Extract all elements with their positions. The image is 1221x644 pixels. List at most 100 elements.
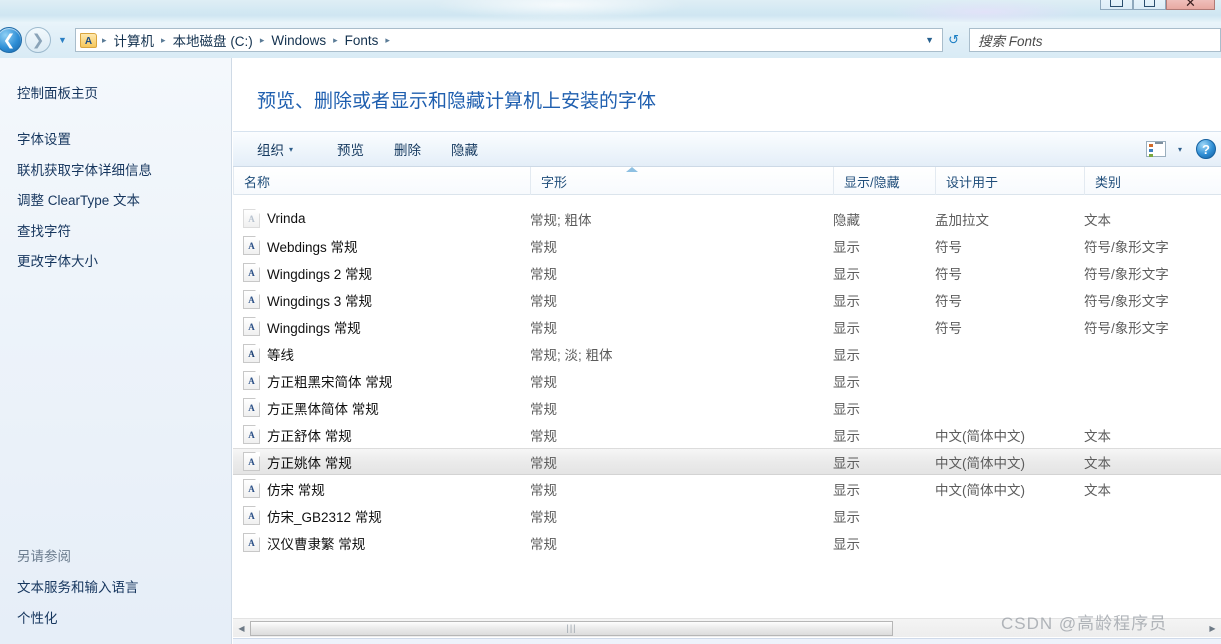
cell-show-hide: 显示 (833, 536, 860, 552)
organize-button[interactable]: 组织 ▾ (247, 137, 303, 161)
font-name-label: 汉仪曹隶繁 常规 (267, 536, 366, 552)
breadcrumb-separator: ▸ (333, 34, 338, 45)
scroll-right-button[interactable]: ▶ (1204, 620, 1221, 637)
breadcrumb-item-0[interactable]: 计算机 (111, 29, 158, 51)
address-bar: ❮ ❯ ▼ A ▸ 计算机 ▸ 本地磁盘 (C:) ▸ Windows ▸ Fo… (0, 22, 1221, 58)
command-toolbar: 组织 ▾ 预览 删除 隐藏 ▾ ? (233, 131, 1221, 167)
column-header-row: 名称 字形 显示/隐藏 设计用于 类别 (233, 167, 1221, 195)
cell-name: A Vrinda (243, 209, 306, 228)
cell-show-hide: 显示 (833, 374, 860, 390)
back-button[interactable]: ❮ (0, 27, 22, 53)
font-file-icon-strong: A (243, 344, 260, 363)
font-file-icon: A (243, 452, 260, 471)
sidebar-item-find-character[interactable]: 查找字符 (17, 220, 71, 240)
sidebar-item-adjust-cleartype[interactable]: 调整 ClearType 文本 (17, 189, 140, 209)
help-button[interactable]: ? (1196, 139, 1216, 159)
scrollbar-thumb[interactable]: ||| (250, 620, 893, 636)
sidebar-item-control-panel-home[interactable]: 控制面板主页 (17, 82, 98, 102)
font-name-label: Wingdings 3 常规 (267, 293, 373, 309)
cell-designed-for: 中文(简体中文) (935, 428, 1025, 444)
breadcrumb-separator: ▸ (102, 34, 107, 45)
preview-button[interactable]: 预览 (327, 137, 374, 161)
breadcrumb-separator: ▸ (385, 34, 390, 45)
breadcrumb-address-field[interactable]: A ▸ 计算机 ▸ 本地磁盘 (C:) ▸ Windows ▸ Fonts ▸ … (75, 28, 944, 52)
cell-category: 文本 (1084, 482, 1111, 498)
history-dropdown-button[interactable]: ▼ (56, 35, 69, 45)
sidebar-item-get-font-details[interactable]: 联机获取字体详细信息 (17, 159, 152, 179)
cell-designed-for: 符号 (935, 320, 962, 336)
font-name-label: 方正姚体 常规 (267, 455, 352, 471)
sidebar-item-personalization[interactable]: 个性化 (17, 607, 58, 627)
view-dropdown-button[interactable]: ▾ (1176, 143, 1196, 156)
details-pane: 简 体 方正姚体 常规 字形: 常规 显示/隐藏: 显示 设计用于: 中文(简体… (233, 638, 1221, 644)
cell-style: 常规 (530, 428, 557, 444)
scroll-left-button[interactable]: ◀ (233, 620, 250, 637)
column-header-name[interactable]: 名称 (233, 167, 530, 195)
cell-name: A 方正粗黑宋简体 常规 (243, 371, 392, 391)
cell-designed-for: 符号 (935, 239, 962, 255)
table-row[interactable]: A 方正粗黑宋简体 常规 常规 显示 (233, 367, 1221, 394)
sidebar-item-change-font-size[interactable]: 更改字体大小 (17, 250, 98, 270)
table-row[interactable]: A 等线 常规; 淡; 粗体 显示 (233, 340, 1221, 367)
column-header-category[interactable]: 类别 (1084, 167, 1221, 195)
cell-show-hide: 显示 (833, 482, 860, 498)
cell-show-hide: 显示 (833, 401, 860, 417)
table-row[interactable]: A 汉仪曹隶繁 常规 常规 显示 (233, 529, 1221, 556)
table-row[interactable]: A Wingdings 常规 常规 显示 符号 符号/象形文字 (233, 313, 1221, 340)
font-name-label: 方正粗黑宋简体 常规 (267, 374, 393, 390)
minimize-icon (1110, 0, 1123, 7)
table-row[interactable]: A 方正黑体简体 常规 常规 显示 (233, 394, 1221, 421)
hide-button[interactable]: 隐藏 (441, 137, 488, 161)
cell-show-hide: 显示 (833, 428, 860, 444)
cell-show-hide: 隐藏 (833, 212, 860, 228)
table-row[interactable]: A 方正舒体 常规 常规 显示 中文(简体中文) 文本 (233, 421, 1221, 448)
cell-designed-for: 中文(简体中文) (935, 482, 1025, 498)
sidebar-item-font-settings[interactable]: 字体设置 (17, 128, 71, 148)
breadcrumb-item-1[interactable]: 本地磁盘 (C:) (170, 29, 256, 51)
cell-designed-for: 符号 (935, 266, 962, 282)
table-row[interactable]: A 方正姚体 常规 常规 显示 中文(简体中文) 文本 (233, 448, 1221, 475)
address-dropdown-icon[interactable]: ▼ (919, 35, 940, 45)
cell-style: 常规 (530, 320, 557, 336)
cell-name: A 仿宋 常规 (243, 479, 325, 499)
cell-style: 常规 (530, 455, 557, 471)
cell-category: 文本 (1084, 455, 1111, 471)
close-button[interactable]: ✕ (1166, 0, 1215, 10)
see-also-heading: 另请参阅 (17, 549, 71, 564)
table-row[interactable]: A Wingdings 3 常规 常规 显示 符号 符号/象形文字 (233, 286, 1221, 313)
column-header-style[interactable]: 字形 (530, 167, 833, 195)
delete-button[interactable]: 删除 (384, 137, 431, 161)
chevron-down-icon: ▾ (289, 144, 294, 154)
cell-name: A 仿宋_GB2312 常规 (243, 506, 382, 526)
cell-category: 文本 (1084, 212, 1111, 228)
table-row[interactable]: A Wingdings 2 常规 常规 显示 符号 符号/象形文字 (233, 259, 1221, 286)
font-file-icon: A (243, 236, 260, 255)
table-row[interactable]: A Vrinda 常规; 粗体 隐藏 孟加拉文 文本 (233, 205, 1221, 232)
table-row[interactable]: A 仿宋_GB2312 常规 常规 显示 (233, 502, 1221, 529)
refresh-button[interactable]: ↺ (943, 32, 963, 48)
sidebar-item-text-services[interactable]: 文本服务和输入语言 (17, 576, 139, 596)
breadcrumb-item-2[interactable]: Windows (268, 32, 329, 49)
forward-button[interactable]: ❯ (25, 27, 51, 53)
table-row[interactable]: A 仿宋 常规 常规 显示 中文(简体中文) 文本 (233, 475, 1221, 502)
table-row[interactable]: A Webdings 常规 常规 显示 符号 符号/象形文字 (233, 232, 1221, 259)
font-name-label: 仿宋 常规 (267, 482, 325, 498)
change-view-button[interactable] (1136, 139, 1176, 159)
cell-category: 符号/象形文字 (1084, 320, 1169, 336)
maximize-button[interactable] (1133, 0, 1166, 10)
column-header-design[interactable]: 设计用于 (935, 167, 1084, 195)
help-icon: ? (1202, 141, 1210, 157)
cell-show-hide: 显示 (833, 509, 860, 525)
cell-name: A 方正舒体 常规 (243, 425, 352, 445)
column-header-show[interactable]: 显示/隐藏 (833, 167, 935, 195)
search-input[interactable]: 搜索 Fonts (969, 28, 1221, 52)
minimize-button[interactable] (1100, 0, 1133, 10)
content-pane: 预览、删除或者显示和隐藏计算机上安装的字体 组织 ▾ 预览 删除 隐藏 ▾ ? (233, 58, 1221, 644)
font-file-icon: A (243, 425, 260, 444)
fonts-control-panel-window: ✕ ❮ ❯ ▼ A ▸ 计算机 ▸ 本地磁盘 (C:) ▸ Windows ▸ … (0, 0, 1221, 644)
fonts-folder-icon: A (80, 32, 97, 48)
breadcrumb-item-3[interactable]: Fonts (342, 32, 382, 49)
cell-show-hide: 显示 (833, 347, 860, 363)
refresh-icon: ↺ (948, 32, 959, 47)
font-list[interactable]: ​ AVrinda常规; 粗体隐藏孟加拉文文本AWebdings 常规常规显示符… (233, 195, 1221, 618)
